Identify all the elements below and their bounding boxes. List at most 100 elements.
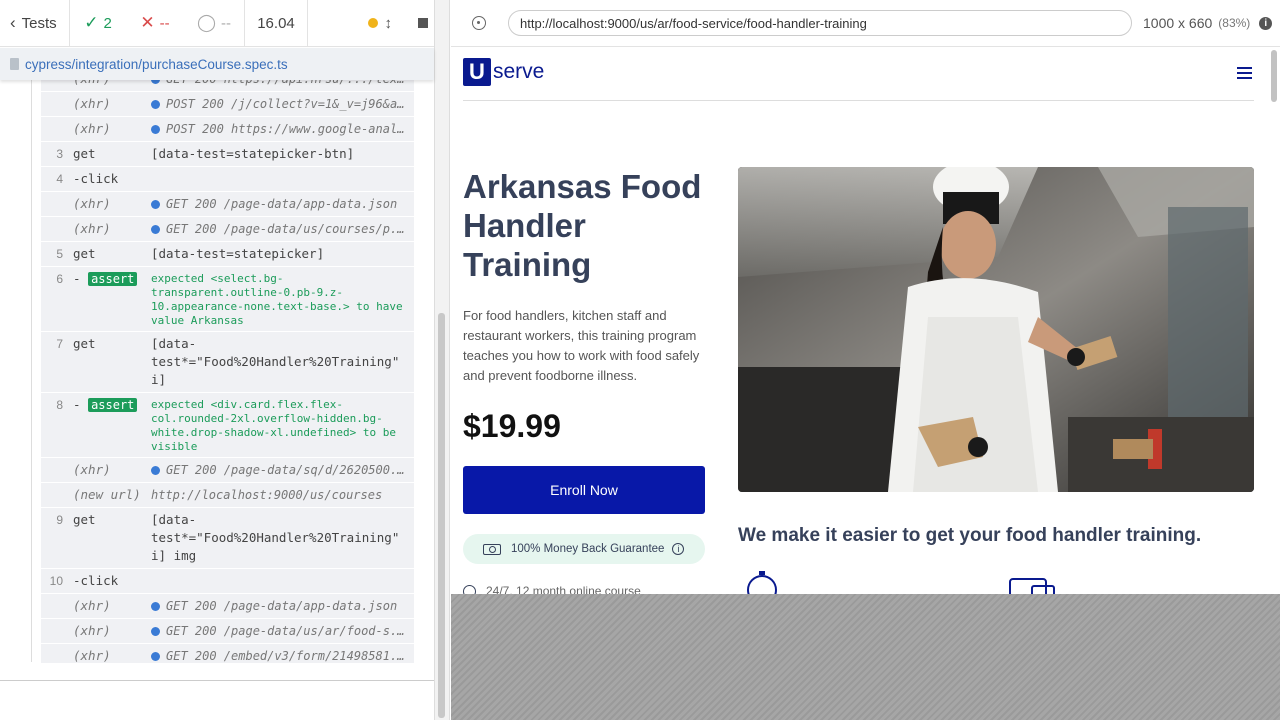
command-row[interactable]: 9 get [data-test*="Food%20Handler%20Traini…	[41, 508, 414, 569]
command-number: 3	[56, 147, 63, 161]
command-name: - assert	[63, 393, 151, 457]
site-logo[interactable]: U serve	[463, 58, 544, 86]
command-number	[41, 117, 63, 141]
check-icon: ✓	[84, 13, 99, 32]
command-name: (new url)	[73, 487, 141, 502]
enroll-button[interactable]: Enroll Now	[463, 466, 705, 514]
xhr-text: GET 200 /page-data/app-data.json	[166, 197, 398, 211]
command-message: expected <div.card.flex.flex-col.rounded…	[151, 398, 397, 453]
command-log-scrollbar[interactable]	[438, 313, 445, 718]
info-icon[interactable]: i	[1259, 16, 1273, 30]
spec-file-bar[interactable]: cypress/integration/purchaseCourse.spec.…	[0, 48, 434, 80]
command-name: - assert	[63, 267, 151, 331]
guarantee-label: 100% Money Back Guarantee	[511, 543, 665, 555]
xhr-text: GET 200 /page-data/us/courses/p...	[166, 222, 412, 236]
command-name: (xhr)	[73, 648, 111, 663]
page-title: Arkansas Food Handler Training	[463, 168, 702, 283]
command-number	[41, 483, 63, 507]
command-message: POST 200 https://www.google-analytics...	[151, 117, 414, 141]
money-icon	[483, 543, 501, 555]
command-message: GET 200 /page-data/us/ar/food-s...	[151, 619, 414, 643]
command-row[interactable]: 3 get [data-test=statepicker-btn]	[41, 142, 414, 167]
command-log[interactable]: (xhr) GET 200 https://api.hrsu/.../text..…	[41, 80, 414, 663]
xhr-text: GET 200 https://api.hrsu/.../text...	[166, 80, 414, 86]
command-number: 5	[56, 247, 63, 261]
command-number	[41, 217, 63, 241]
aut-header: http://localhost:9000/us/ar/food-service…	[451, 0, 1280, 47]
command-row[interactable]: 6- assert expected <select.bg-transparent…	[41, 267, 414, 332]
stopwatch-icon	[747, 571, 777, 594]
command-new-url-row[interactable]: (new url) http://localhost:9000/us/course…	[41, 483, 414, 508]
selector-playground-icon[interactable]	[472, 16, 486, 30]
command-message: GET 200 https://api.hrsu/.../text...	[151, 80, 414, 91]
duration: 16.04	[244, 0, 308, 47]
nested-marker: -	[73, 397, 89, 412]
xhr-text: GET 200 /page-data/us/ar/food-s...	[166, 624, 412, 638]
header-divider	[463, 100, 1254, 101]
command-number: 9	[56, 513, 63, 527]
wallet-icon	[1009, 578, 1055, 594]
xhr-status-icon	[151, 225, 160, 234]
cross-icon: ✕	[140, 13, 155, 32]
command-number	[41, 619, 63, 643]
command-message: [data-test*="Food%20Handler%20Training" …	[151, 336, 400, 387]
aut-scrollbar[interactable]	[1271, 50, 1277, 102]
command-xhr-row[interactable]: (xhr) POST 200 https://www.google-analyti…	[41, 117, 414, 142]
command-message	[151, 569, 414, 593]
tests-back-button[interactable]: ‹ Tests	[0, 0, 70, 47]
stop-icon[interactable]	[418, 18, 428, 28]
passed-count: ✓ 2	[84, 13, 112, 32]
command-xhr-row[interactable]: (xhr) GET 200 /page-data/app-data.json	[41, 192, 414, 217]
logo-mark: U	[463, 58, 491, 86]
cypress-runner: ‹ Tests ✓ 2 ✕ -- ◯ -- 16.04 ↕ cypress/in…	[0, 0, 434, 720]
tests-label: Tests	[21, 14, 57, 32]
aut-url-bar[interactable]: http://localhost:9000/us/ar/food-service…	[508, 10, 1132, 36]
runner-header: ‹ Tests ✓ 2 ✕ -- ◯ -- 16.04 ↕	[0, 0, 434, 47]
command-number	[41, 92, 63, 116]
assert-badge: assert	[88, 398, 138, 412]
viewport-scale: (83%)	[1218, 16, 1251, 30]
xhr-status-icon	[151, 80, 160, 84]
command-row[interactable]: 10 -click	[41, 569, 414, 594]
command-name: (xhr)	[73, 96, 111, 111]
xhr-status-icon	[151, 125, 160, 134]
feature-item: 24/7, 12 month online course	[463, 584, 641, 594]
command-message	[151, 167, 414, 191]
chevron-left-icon: ‹	[10, 13, 16, 32]
command-xhr-row[interactable]: (xhr) POST 200 /j/collect?v=1&_v=j96&a=99…	[41, 92, 414, 117]
viewport-size: 1000 x 660	[1143, 15, 1213, 31]
runner-footer-divider	[0, 680, 434, 681]
auto-scroll-icon[interactable]: ↕	[385, 15, 393, 32]
command-xhr-row[interactable]: (xhr) GET 200 /page-data/us/courses/p...	[41, 217, 414, 242]
command-xhr-row[interactable]: (xhr) GET 200 /page-data/sq/d/2620500...	[41, 458, 414, 483]
command-name: get	[73, 336, 96, 351]
file-icon	[10, 58, 19, 70]
chef-illustration	[738, 167, 1254, 492]
command-number: 7	[56, 337, 63, 351]
command-xhr-row[interactable]: (xhr) GET 200 /page-data/us/ar/food-s...	[41, 619, 414, 644]
command-row[interactable]: 5 get [data-test=statepicker]	[41, 242, 414, 267]
logo-text: serve	[493, 60, 545, 83]
xhr-text: GET 200 /embed/v3/form/21498581...	[166, 649, 412, 663]
command-xhr-row[interactable]: (xhr) GET 200 /page-data/app-data.json	[41, 594, 414, 619]
command-name: (xhr)	[73, 121, 111, 136]
command-row[interactable]: 8- assert expected <div.card.flex.flex-co…	[41, 393, 414, 458]
failed-count: ✕ --	[140, 13, 170, 32]
info-icon[interactable]: i	[672, 543, 685, 555]
menu-icon[interactable]	[1237, 67, 1252, 82]
command-xhr-row[interactable]: (xhr) GET 200 /embed/v3/form/21498581...	[41, 644, 414, 663]
command-row[interactable]: 7 get [data-test*="Food%20Handler%20Traini…	[41, 332, 414, 393]
command-name: (xhr)	[73, 462, 111, 477]
xhr-status-icon	[151, 602, 160, 611]
xhr-status-icon	[151, 200, 160, 209]
pending-circle-icon: ◯	[196, 13, 217, 32]
runner-controls: ↕	[308, 0, 434, 47]
command-message: expected <select.bg-transparent.outline-…	[151, 272, 403, 327]
command-name: (xhr)	[63, 80, 151, 91]
command-xhr-row[interactable]: (xhr) GET 200 https://api.hrsu/.../text..…	[41, 80, 414, 92]
command-name: get	[73, 146, 96, 161]
command-name: -click	[73, 171, 119, 186]
course-price: $19.99	[463, 408, 561, 444]
xhr-text: GET 200 /page-data/sq/d/2620500...	[166, 463, 412, 477]
command-row[interactable]: 4 -click	[41, 167, 414, 192]
